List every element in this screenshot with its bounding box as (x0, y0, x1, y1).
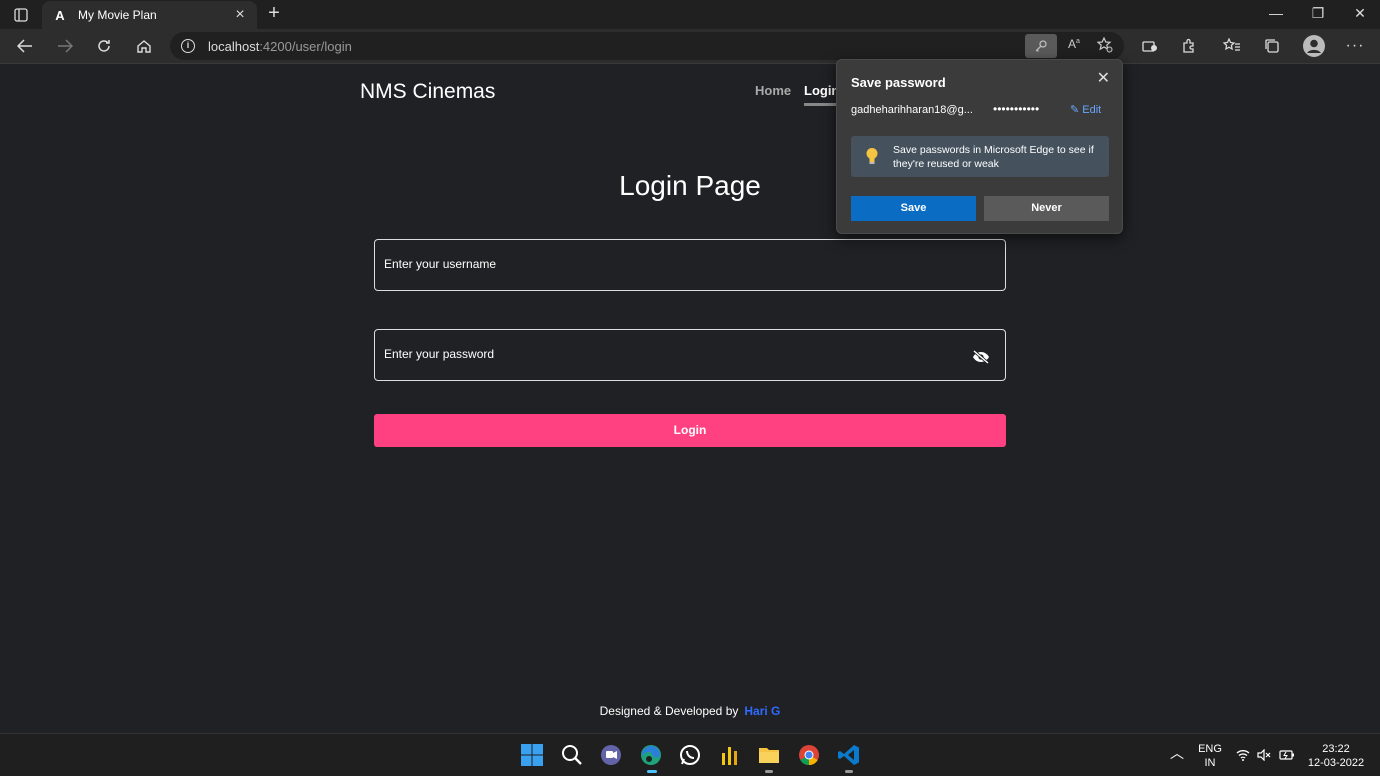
start-icon[interactable] (520, 743, 544, 767)
password-key-icon[interactable] (1025, 34, 1057, 58)
power-bi-icon[interactable] (718, 743, 742, 767)
tip-text: Save passwords in Microsoft Edge to see … (893, 144, 1094, 170)
show-hidden-icons-icon[interactable]: ︿ (1170, 746, 1184, 760)
edge-browser-icon[interactable] (639, 743, 663, 767)
clock[interactable]: 23:22 12-03-2022 (1306, 742, 1366, 770)
footer-text: Designed & Developed by (599, 704, 739, 718)
restore-icon[interactable]: ❐ (1308, 5, 1328, 22)
save-password-button[interactable]: Save (851, 196, 976, 221)
language-code: ENG (1198, 743, 1222, 755)
password-placeholder: Enter your password (384, 347, 495, 361)
tab-actions-icon[interactable] (12, 6, 30, 23)
dialog-title: Save password (851, 75, 946, 90)
save-password-dialog: Save password ✕ gadheharihharan18@g... •… (836, 59, 1123, 234)
nav-active-underline (804, 103, 838, 106)
url-text[interactable]: localhost:4200/user/login (208, 39, 352, 54)
refresh-icon[interactable] (94, 36, 114, 56)
browser-tab[interactable]: A My Movie Plan × (42, 1, 257, 29)
edit-label: Edit (1082, 104, 1102, 116)
footer: Designed & Developed by Hari G (0, 704, 1380, 718)
minimize-icon[interactable]: — (1266, 5, 1286, 21)
tracking-prevention-icon[interactable] (1140, 36, 1160, 56)
login-button[interactable]: Login (374, 414, 1006, 447)
add-favorite-icon[interactable] (1096, 36, 1114, 55)
battery-charging-icon[interactable] (1279, 749, 1295, 761)
windows-taskbar: ︿ ENG IN 23:22 12-03-2022 (0, 733, 1380, 776)
volume-muted-icon[interactable] (1257, 749, 1271, 761)
edge-active-indicator (647, 770, 657, 773)
teams-chat-icon[interactable] (599, 743, 623, 767)
site-info-icon[interactable]: i (181, 39, 195, 53)
new-tab-icon[interactable]: + (264, 3, 284, 24)
vscode-indicator (845, 770, 853, 773)
url-host: localhost (208, 39, 260, 54)
page-title: Login Page (619, 170, 761, 201)
browser-tab-bar: A My Movie Plan × + — ❐ ✕ (0, 0, 1380, 29)
address-bar[interactable]: i localhost:4200/user/login Aa (170, 32, 1124, 60)
nav-home-link[interactable]: Home (755, 83, 791, 98)
saved-password-mask: ••••••••••• (993, 102, 1040, 116)
username-placeholder: Enter your username (384, 257, 497, 271)
search-icon[interactable] (560, 743, 584, 767)
footer-author-link[interactable]: Hari G (744, 704, 780, 718)
whatsapp-icon[interactable] (678, 743, 702, 767)
edit-link[interactable]: ✎ Edit (1070, 103, 1101, 116)
favorites-icon[interactable] (1222, 36, 1242, 56)
dialog-close-icon[interactable]: ✕ (1097, 68, 1110, 88)
collections-icon[interactable] (1262, 36, 1282, 56)
back-icon[interactable] (15, 36, 35, 56)
tab-close-icon[interactable]: × (233, 7, 247, 23)
site-brand[interactable]: NMS Cinemas (360, 80, 495, 104)
home-icon[interactable] (134, 36, 154, 56)
username-field[interactable]: Enter your username (374, 239, 1006, 291)
nav-login-link[interactable]: Login (804, 83, 839, 98)
forward-icon[interactable] (55, 36, 75, 56)
browser-toolbar: i localhost:4200/user/login Aa ··· (0, 29, 1380, 64)
chrome-icon[interactable] (797, 743, 821, 767)
window-close-icon[interactable]: ✕ (1350, 5, 1370, 22)
url-path: :4200/user/login (259, 39, 352, 54)
pencil-icon: ✎ (1070, 104, 1083, 116)
clock-date: 12-03-2022 (1307, 757, 1365, 769)
visibility-off-icon[interactable] (972, 350, 990, 364)
angular-favicon-icon: A (55, 7, 65, 23)
saved-username: gadheharihharan18@g... (851, 104, 973, 116)
password-tip-banner: Save passwords in Microsoft Edge to see … (851, 136, 1109, 177)
clock-time: 23:22 (1322, 743, 1350, 755)
read-aloud-icon[interactable]: Aa (1065, 37, 1083, 55)
explorer-indicator (765, 770, 773, 773)
tab-title: My Movie Plan (78, 8, 157, 22)
password-field[interactable]: Enter your password (374, 329, 1006, 381)
lightbulb-icon (866, 148, 878, 164)
more-menu-icon[interactable]: ··· (1345, 36, 1365, 56)
never-save-button[interactable]: Never (984, 196, 1109, 221)
language-indicator[interactable]: ENG IN (1196, 742, 1224, 770)
vscode-icon[interactable] (837, 743, 861, 767)
file-explorer-icon[interactable] (757, 743, 781, 767)
web-page: NMS Cinemas Home Login Login Page Enter … (0, 64, 1380, 733)
region-code: IN (1204, 757, 1216, 769)
extensions-icon[interactable] (1179, 36, 1199, 56)
wifi-icon[interactable] (1236, 749, 1250, 761)
profile-avatar-icon[interactable] (1303, 35, 1325, 57)
